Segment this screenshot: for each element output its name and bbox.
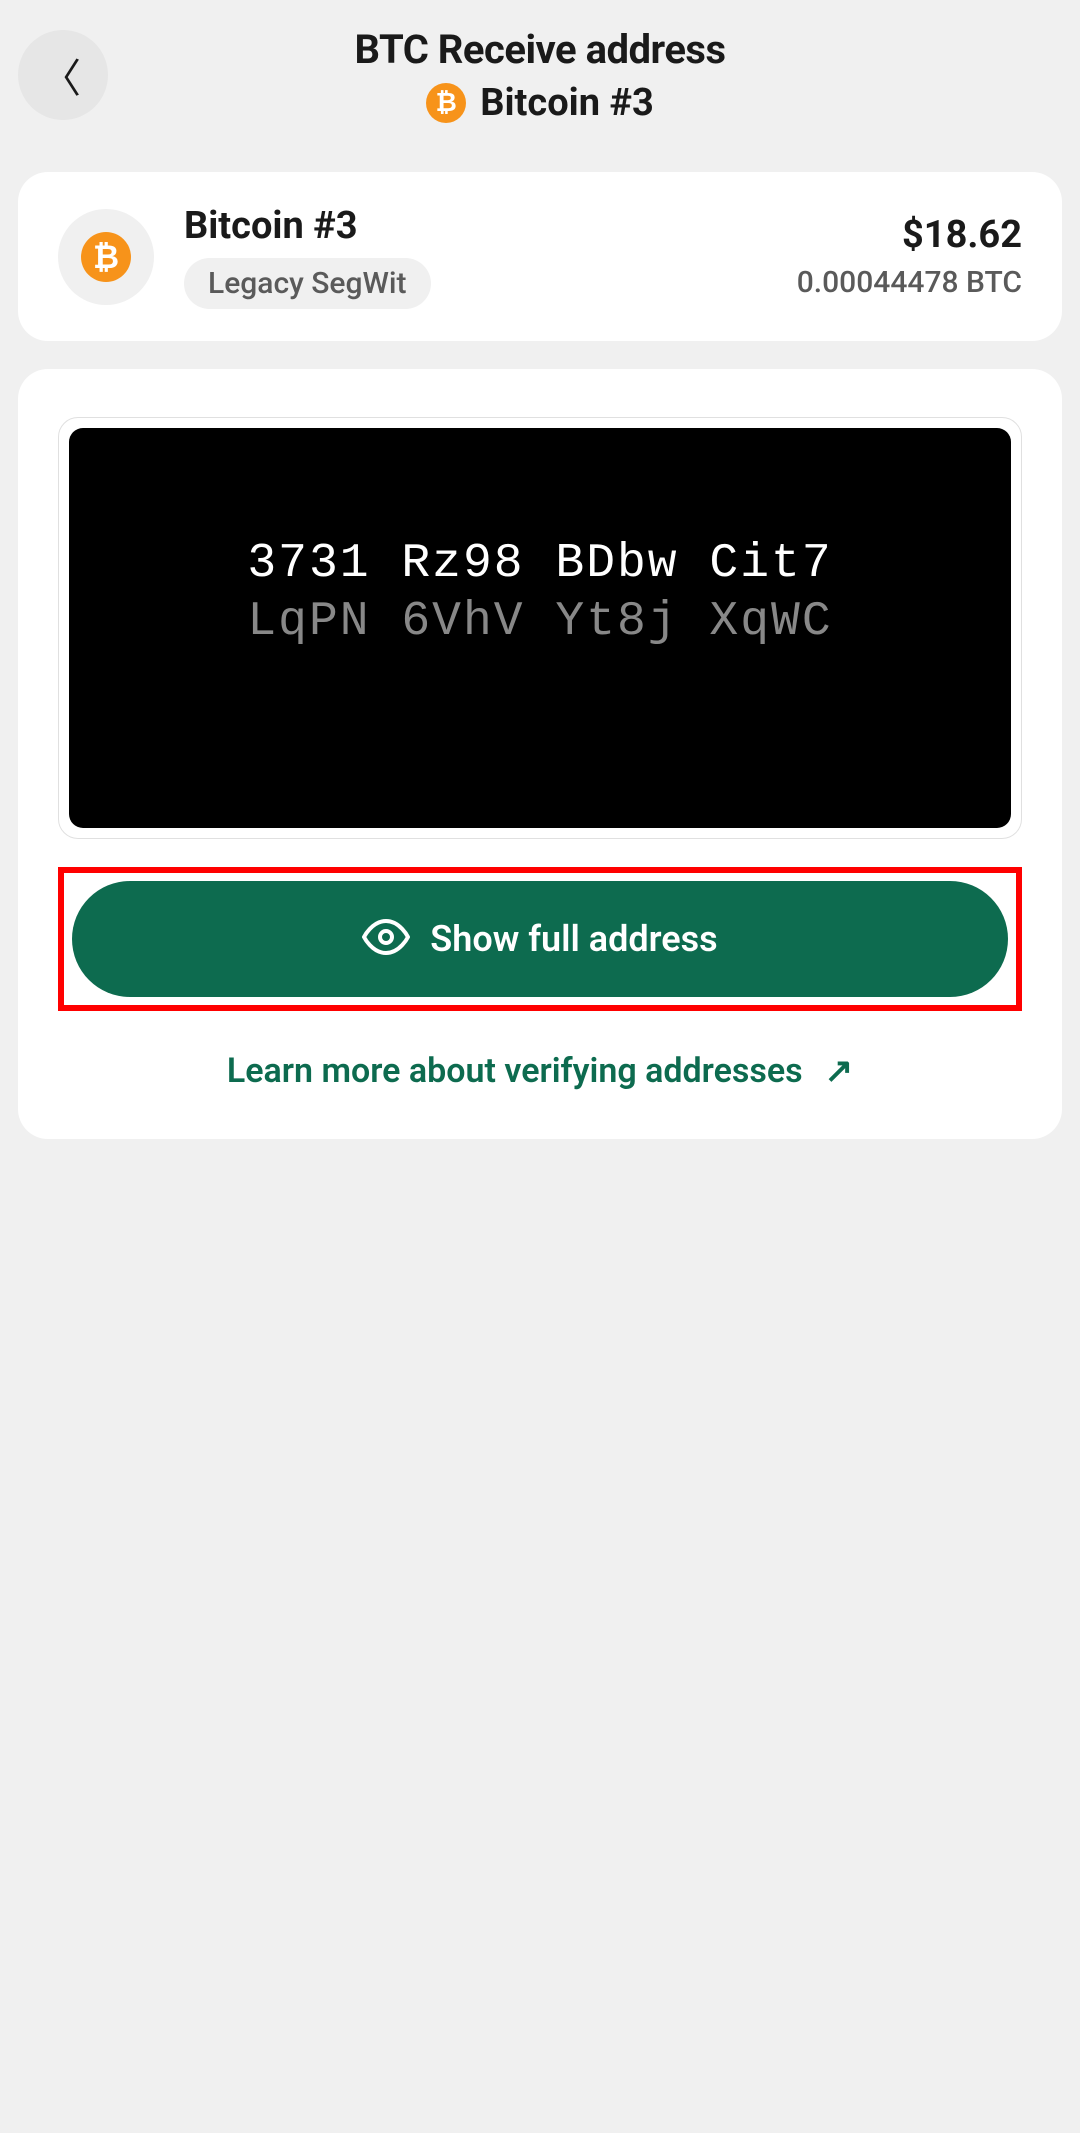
- show-full-address-button[interactable]: Show full address: [72, 881, 1008, 997]
- account-type-badge: Legacy SegWit: [184, 258, 431, 309]
- account-name: Bitcoin #3: [184, 204, 431, 248]
- bitcoin-icon-wrap: ₿: [58, 209, 154, 305]
- account-info: Bitcoin #3 Legacy SegWit: [184, 204, 431, 309]
- highlight-annotation: Show full address: [58, 867, 1022, 1011]
- address-card: 3731 Rz98 BDbw Cit7 LqPN 6VhV Yt8j XqWC …: [18, 369, 1062, 1139]
- learn-more-label: Learn more about verifying addresses: [227, 1051, 803, 1091]
- account-crypto-value: 0.00044478 BTC: [797, 265, 1022, 300]
- page-subtitle: Bitcoin #3: [480, 81, 654, 125]
- bitcoin-icon: ₿: [426, 83, 466, 123]
- account-left: ₿ Bitcoin #3 Legacy SegWit: [58, 204, 431, 309]
- header-titles: BTC Receive address ₿ Bitcoin #3: [0, 26, 1080, 125]
- header: 〈 BTC Receive address ₿ Bitcoin #3: [0, 0, 1080, 144]
- eye-icon: [362, 913, 410, 965]
- chevron-left-icon: 〈: [41, 46, 81, 104]
- learn-more-link[interactable]: Learn more about verifying addresses ↗: [58, 1051, 1022, 1091]
- show-button-label: Show full address: [430, 918, 717, 960]
- header-subtitle-row: ₿ Bitcoin #3: [426, 81, 654, 125]
- address-display: 3731 Rz98 BDbw Cit7 LqPN 6VhV Yt8j XqWC: [69, 428, 1011, 828]
- address-line-2: LqPN 6VhV Yt8j XqWC: [109, 595, 971, 649]
- account-card: ₿ Bitcoin #3 Legacy SegWit $18.62 0.0004…: [18, 172, 1062, 341]
- account-fiat-value: $18.62: [902, 213, 1022, 257]
- back-button[interactable]: 〈: [18, 30, 108, 120]
- address-display-frame: 3731 Rz98 BDbw Cit7 LqPN 6VhV Yt8j XqWC: [58, 417, 1022, 839]
- account-balances: $18.62 0.00044478 BTC: [797, 213, 1022, 300]
- address-line-1: 3731 Rz98 BDbw Cit7: [109, 537, 971, 591]
- bitcoin-icon: ₿: [81, 232, 131, 282]
- page-title: BTC Receive address: [354, 26, 725, 73]
- external-link-icon: ↗: [825, 1051, 854, 1091]
